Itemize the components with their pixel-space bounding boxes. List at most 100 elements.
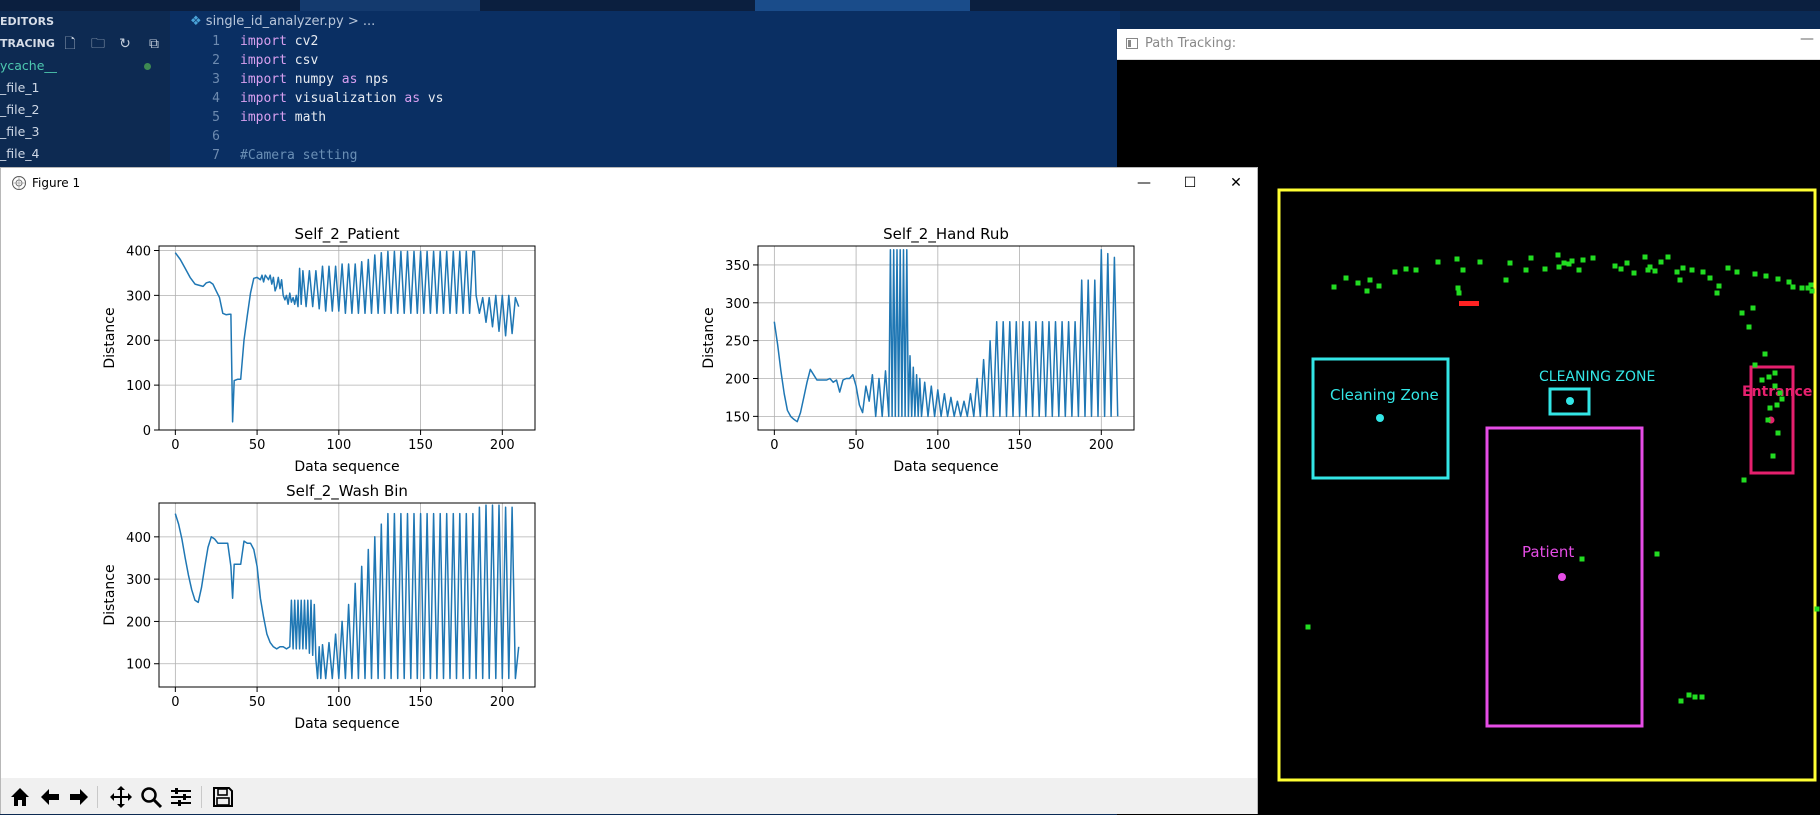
code-line: 2 import csv bbox=[212, 53, 319, 68]
x-tick-label: 100 bbox=[925, 438, 950, 453]
configure-icon[interactable] bbox=[169, 785, 193, 809]
track-point bbox=[1624, 260, 1630, 266]
track-point bbox=[1775, 276, 1781, 282]
figure-plots: 0 50 100 150 200 0 100 200 300 400 Self_2_Patient D… bbox=[102, 225, 1135, 732]
chart-title: Self_2_Hand Rub bbox=[883, 225, 1009, 244]
track-point bbox=[1590, 255, 1596, 261]
minimize-button[interactable]: — bbox=[1121, 168, 1167, 198]
x-tick-label: 100 bbox=[326, 695, 351, 710]
track-point bbox=[1700, 269, 1706, 275]
track-point bbox=[1752, 362, 1758, 368]
figure-title: Figure 1 bbox=[32, 176, 81, 190]
code-line: 7 #Camera setting bbox=[212, 148, 358, 163]
track-point bbox=[1766, 374, 1772, 380]
code-editor[interactable]: ❖ single_id_analyzer.py > ... 1 import cv… bbox=[170, 11, 1120, 171]
track-point bbox=[1767, 405, 1773, 411]
y-axis-label: Distance bbox=[102, 307, 118, 368]
y-axis-label: Distance bbox=[701, 307, 717, 368]
x-tick-label: 0 bbox=[171, 438, 179, 453]
track-point bbox=[1343, 275, 1349, 281]
path-tracking-titlebar[interactable]: Path Tracking: — bbox=[1117, 29, 1820, 60]
track-point bbox=[1759, 377, 1765, 383]
track-point bbox=[1454, 256, 1460, 262]
explorer-item[interactable]: _file_2 bbox=[0, 102, 40, 117]
figure-titlebar[interactable]: Figure 1 — ☐ ✕ bbox=[1, 168, 1257, 198]
back-icon[interactable] bbox=[38, 785, 62, 809]
track-point bbox=[1814, 606, 1820, 612]
cleaning-zone-upper-label: CLEANING ZONE bbox=[1539, 369, 1655, 385]
subplot: 0 50 100 150 200 150 200 250 300 350 Self_2_Hand R… bbox=[701, 225, 1135, 475]
y-tick-label: 300 bbox=[126, 573, 151, 588]
x-axis-label: Data sequence bbox=[294, 716, 399, 732]
save-icon[interactable] bbox=[211, 785, 235, 809]
forward-icon[interactable] bbox=[67, 785, 91, 809]
matplotlib-logo-icon bbox=[12, 176, 26, 190]
track-point bbox=[1579, 556, 1585, 562]
explorer-item[interactable]: ycache__ bbox=[0, 58, 57, 73]
modified-indicator bbox=[144, 63, 151, 70]
track-point bbox=[1612, 263, 1618, 269]
track-point bbox=[1523, 267, 1529, 273]
x-tick-label: 100 bbox=[326, 438, 351, 453]
window-title: Path Tracking: bbox=[1145, 36, 1237, 51]
y-tick-label: 300 bbox=[126, 289, 151, 304]
x-tick-label: 50 bbox=[249, 695, 266, 710]
home-icon[interactable] bbox=[8, 785, 32, 809]
track-point bbox=[1503, 277, 1509, 283]
track-point bbox=[1734, 269, 1740, 275]
x-tick-label: 50 bbox=[249, 438, 266, 453]
track-point bbox=[1770, 453, 1776, 459]
minimize-button[interactable]: — bbox=[1800, 31, 1814, 47]
y-tick-label: 0 bbox=[143, 424, 151, 439]
track-point bbox=[1555, 252, 1561, 258]
collapse-all-icon[interactable]: ⧉ bbox=[146, 36, 162, 52]
y-tick-label: 100 bbox=[126, 379, 151, 394]
x-tick-label: 200 bbox=[490, 695, 515, 710]
x-tick-label: 200 bbox=[490, 438, 515, 453]
zoom-icon[interactable] bbox=[139, 785, 163, 809]
y-tick-label: 400 bbox=[126, 244, 151, 259]
cleaning-zone-small-center bbox=[1566, 397, 1574, 405]
x-axis-label: Data sequence bbox=[294, 459, 399, 475]
track-point bbox=[1739, 310, 1745, 316]
pan-icon[interactable] bbox=[109, 785, 133, 809]
editor-tab[interactable] bbox=[300, 0, 480, 11]
command-center[interactable] bbox=[755, 0, 970, 11]
refresh-icon[interactable]: ↻ bbox=[117, 36, 133, 52]
track-point bbox=[1658, 259, 1664, 265]
explorer-item[interactable]: _file_3 bbox=[0, 124, 40, 139]
track-point bbox=[1762, 351, 1768, 357]
breadcrumb-file[interactable]: single_id_analyzer.py bbox=[206, 14, 344, 29]
chart-title: Self_2_Patient bbox=[295, 225, 400, 244]
track-point bbox=[1772, 383, 1778, 389]
track-point bbox=[1460, 267, 1466, 273]
vscode-title-bar bbox=[0, 0, 1820, 11]
maximize-button[interactable]: ☐ bbox=[1167, 168, 1213, 198]
track-point bbox=[1678, 698, 1684, 704]
track-point bbox=[1714, 290, 1720, 296]
track-point bbox=[1725, 265, 1731, 271]
track-point bbox=[1746, 324, 1752, 330]
track-point bbox=[1765, 417, 1771, 423]
explorer-item[interactable]: _file_4 bbox=[0, 146, 40, 161]
section-editors[interactable]: EDITORS bbox=[0, 15, 54, 28]
track-point bbox=[1699, 694, 1705, 700]
track-point bbox=[1477, 259, 1483, 265]
close-button[interactable]: ✕ bbox=[1213, 168, 1259, 198]
new-file-icon[interactable]: 🗋 bbox=[62, 36, 78, 52]
track-point bbox=[1631, 270, 1637, 276]
track-point bbox=[1741, 477, 1747, 483]
track-point bbox=[1677, 277, 1683, 283]
x-tick-label: 0 bbox=[171, 695, 179, 710]
patient-label: Patient bbox=[1522, 543, 1574, 561]
new-folder-icon[interactable]: 🗀 bbox=[90, 36, 106, 52]
x-tick-label: 200 bbox=[1089, 438, 1114, 453]
y-tick-label: 150 bbox=[725, 410, 750, 425]
track-point bbox=[1456, 290, 1462, 296]
series-line bbox=[174, 504, 520, 680]
section-tracing[interactable]: TRACING bbox=[0, 37, 55, 50]
breadcrumb-rest[interactable]: > ... bbox=[348, 14, 375, 29]
explorer-item[interactable]: _file_1 bbox=[0, 80, 40, 95]
code-line: 4 import visualization as vs bbox=[212, 91, 444, 106]
figure-canvas[interactable]: 0 50 100 150 200 0 100 200 300 400 Self_2_Patient D… bbox=[1, 198, 1257, 778]
